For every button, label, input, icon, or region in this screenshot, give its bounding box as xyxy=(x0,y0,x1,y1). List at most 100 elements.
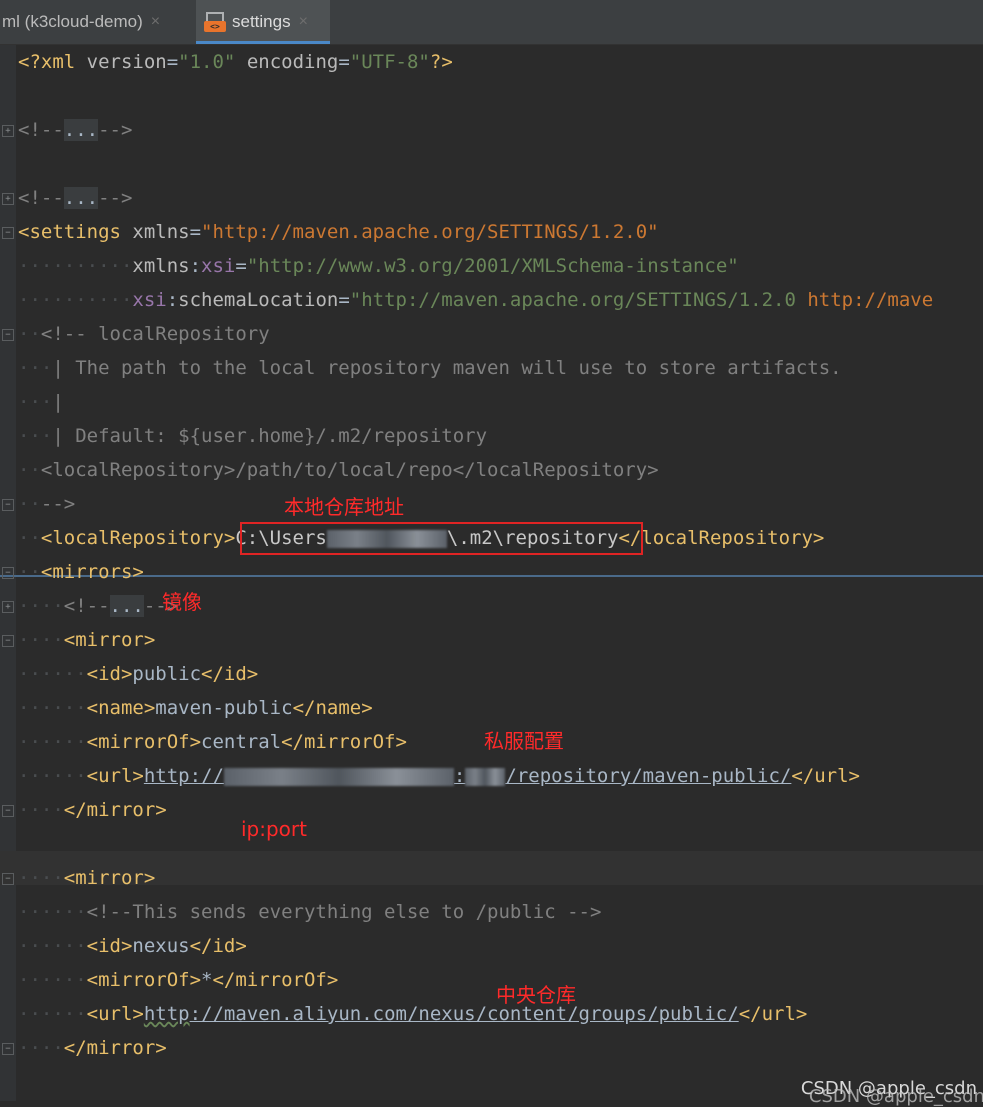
code-token: | The path to the local repository maven… xyxy=(52,357,842,379)
code-token: <!-- xyxy=(18,187,64,209)
code-token: </mirrorOf> xyxy=(212,969,339,991)
close-icon[interactable]: × xyxy=(151,13,160,31)
code-token: <mirrorOf> xyxy=(86,969,202,991)
code-line: ···| xyxy=(18,391,64,413)
collapse-fold-icon[interactable]: − xyxy=(2,329,14,341)
code-token: public xyxy=(132,663,202,685)
code-line: ··<!-- localRepository xyxy=(18,323,270,345)
code-token: http xyxy=(143,1003,190,1025)
code-token: </mirror> xyxy=(63,1037,167,1059)
local-repo-highlight-box xyxy=(240,522,643,555)
code-line: ····<mirror> xyxy=(18,867,156,889)
tab-label: settings xyxy=(232,12,291,31)
code-token: * xyxy=(201,969,213,991)
collapse-fold-icon[interactable]: − xyxy=(2,1043,14,1055)
code-line: ······<id>public</id> xyxy=(18,663,259,685)
code-token: --> xyxy=(40,493,76,515)
code-token: </mirror> xyxy=(63,799,167,821)
code-editor[interactable]: <?xml version="1.0" encoding="UTF-8"?> + <… xyxy=(0,45,983,1101)
annotation-local-repo: 本地仓库地址 xyxy=(284,495,404,519)
annotation-private-server: 私服配置 xyxy=(484,729,564,753)
code-token: | xyxy=(52,391,64,413)
code-token: xmlns xyxy=(132,255,190,277)
code-token: <?xml xyxy=(18,51,87,73)
code-token: "1.0" xyxy=(178,51,236,73)
code-token: --> xyxy=(98,187,133,209)
code-token: http://mave xyxy=(807,289,934,311)
close-icon[interactable]: × xyxy=(299,13,308,31)
code-token: "http://maven.apache.org/SETTINGS/1.2.0 xyxy=(349,289,808,311)
collapse-fold-icon[interactable]: − xyxy=(2,499,14,511)
code-token: <!--This sends everything else to /publi… xyxy=(86,901,602,923)
code-token: </name> xyxy=(292,697,373,719)
code-token: xmlns xyxy=(132,221,190,243)
code-token: </mirrorOf> xyxy=(281,731,407,753)
tab-pom-xml[interactable]: ml (k3cloud-demo) × xyxy=(0,0,194,44)
code-line: ··--> xyxy=(18,493,76,515)
code-token: maven-public xyxy=(155,697,293,719)
code-token: nexus xyxy=(132,935,190,957)
code-line: <settings xmlns="http://maven.apache.org… xyxy=(18,215,659,249)
code-token: : xyxy=(189,255,202,277)
code-line: ······<url>http://:/repository/maven-pub… xyxy=(18,765,860,787)
code-token: ... xyxy=(109,595,144,617)
code-line: ····<!--...--> xyxy=(18,595,179,617)
code-line: ······<id>nexus</id> xyxy=(18,935,247,957)
code-token: </id> xyxy=(189,935,247,957)
code-token: </id> xyxy=(201,663,259,685)
code-token: encoding xyxy=(246,51,339,73)
code-token: <name> xyxy=(86,697,156,719)
expand-fold-icon[interactable]: + xyxy=(2,125,14,137)
code-line: ····<mirror> xyxy=(18,629,156,651)
collapse-fold-icon[interactable]: − xyxy=(2,873,14,885)
code-token: = xyxy=(166,51,179,73)
code-token: = xyxy=(235,255,247,277)
code-token: <url> xyxy=(86,1003,144,1025)
code-token: ... xyxy=(63,119,99,141)
code-token: </localRepository> xyxy=(618,527,825,549)
redacted-text xyxy=(465,767,506,786)
code-token: <localRepository>/path/to/local/repo</lo… xyxy=(40,459,659,481)
collapse-fold-icon[interactable]: − xyxy=(2,635,14,647)
code-token: version xyxy=(86,51,167,73)
tab-bar: ml (k3cloud-demo) × <> settings × xyxy=(0,0,983,45)
code-token: <!-- xyxy=(18,119,64,141)
code-token: <!-- localRepository xyxy=(40,323,270,345)
code-token: <id> xyxy=(86,663,133,685)
code-token: : xyxy=(166,289,179,311)
code-token: schemaLocation xyxy=(178,289,339,311)
code-token: <id> xyxy=(86,935,133,957)
code-line: ··<mirrors> xyxy=(18,561,144,583)
annotation-mirrors: 镜像 xyxy=(162,590,202,614)
code-line: ····</mirror> xyxy=(18,799,167,821)
collapse-fold-icon[interactable]: − xyxy=(2,805,14,817)
code-token: xsi xyxy=(201,255,236,277)
code-line: <!--...--> xyxy=(18,181,132,215)
expand-fold-icon[interactable]: + xyxy=(2,601,14,613)
tab-settings[interactable]: <> settings × xyxy=(196,0,330,44)
code-line: ···| Default: ${user.home}/.m2/repositor… xyxy=(18,425,488,447)
code-token: <mirror> xyxy=(63,629,156,651)
code-token: "http://www.w3.org/2001/XMLSchema-instan… xyxy=(246,255,739,277)
code-line: ······<url>http://maven.aliyun.com/nexus… xyxy=(18,1003,808,1025)
collapse-fold-icon[interactable]: − xyxy=(2,567,14,579)
code-token: central xyxy=(201,731,282,753)
tab-label: ml (k3cloud-demo) xyxy=(2,12,143,31)
expand-fold-icon[interactable]: + xyxy=(2,193,14,205)
code-token: ?> xyxy=(429,51,453,73)
code-line: ······<mirrorOf>*</mirrorOf> xyxy=(18,969,339,991)
annotation-central-repo: 中央仓库 xyxy=(496,983,576,1007)
code-line: ····</mirror> xyxy=(18,1037,167,1059)
code-line: ······<name>maven-public</name> xyxy=(18,697,373,719)
collapse-fold-icon[interactable]: − xyxy=(2,227,14,239)
code-line: ···| The path to the local repository ma… xyxy=(18,357,842,379)
xml-file-icon: <> xyxy=(204,11,226,33)
code-token: <mirrorOf> xyxy=(86,731,202,753)
code-token: "http://maven.apache.org/SETTINGS/1.2.0" xyxy=(201,221,659,243)
code-token: --> xyxy=(98,119,133,141)
code-token: : xyxy=(453,765,466,787)
code-line: <!--...--> xyxy=(18,113,132,147)
redacted-text xyxy=(223,767,454,786)
code-token: <settings xyxy=(18,221,133,243)
